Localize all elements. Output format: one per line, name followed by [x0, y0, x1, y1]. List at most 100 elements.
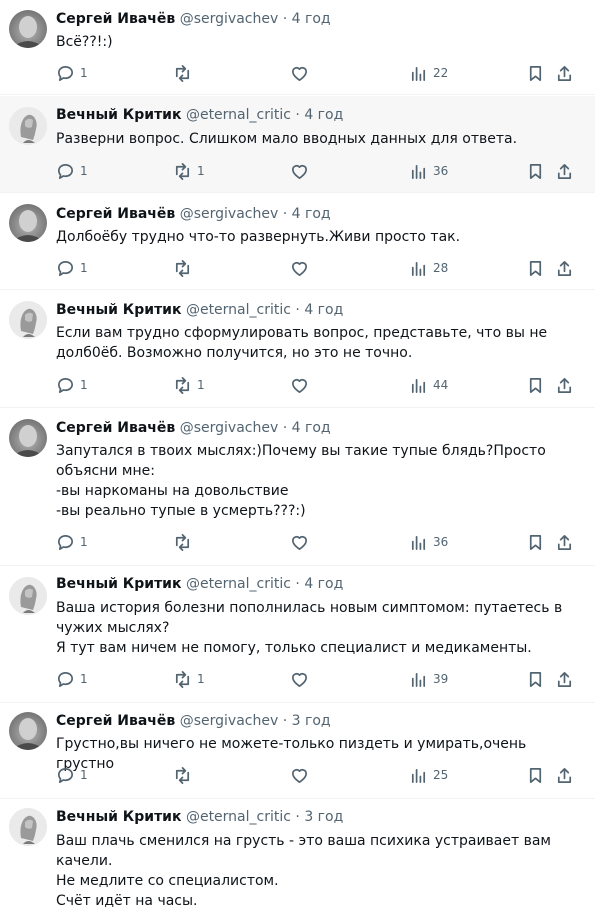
avatar[interactable] [9, 577, 47, 615]
avatar[interactable] [9, 419, 47, 457]
tweet-header: Вечный Критик @eternal_critic · 4 год [56, 302, 343, 318]
timestamp[interactable]: 3 год [304, 809, 343, 825]
reply-button[interactable]: 1 [56, 532, 88, 552]
tweet[interactable]: Вечный Критик @eternal_critic · 4 год Ра… [0, 96, 595, 193]
like-button[interactable] [290, 63, 309, 83]
retweet-icon [175, 533, 190, 551]
reply-button[interactable]: 1 [56, 258, 88, 278]
share-button[interactable] [555, 375, 574, 395]
reply-button[interactable]: 1 [56, 669, 88, 689]
author-name[interactable]: Сергей Ивачёв [56, 713, 175, 729]
share-button[interactable] [555, 258, 574, 278]
reply-icon [57, 65, 74, 81]
author-name[interactable]: Вечный Критик [56, 809, 182, 825]
author-name[interactable]: Вечный Критик [56, 107, 182, 123]
view-count: 36 [433, 164, 449, 178]
share-button[interactable] [555, 63, 574, 83]
share-button[interactable] [555, 532, 574, 552]
tweet[interactable]: Вечный Критик @eternal_critic · 4 год Ва… [0, 567, 595, 703]
like-button[interactable] [290, 669, 309, 689]
reply-button[interactable]: 1 [56, 375, 88, 395]
views-button[interactable]: 44 [409, 375, 448, 395]
tweet-header: Вечный Критик @eternal_critic · 3 год [56, 809, 343, 825]
author-handle[interactable]: @eternal_critic [186, 107, 291, 123]
heart-icon [291, 768, 308, 783]
bookmark-button[interactable] [526, 63, 545, 83]
retweet-icon [175, 259, 190, 277]
author-handle[interactable]: @sergivachev [180, 11, 279, 27]
timestamp[interactable]: 3 год [292, 713, 331, 729]
author-handle[interactable]: @sergivachev [180, 206, 279, 222]
author-handle[interactable]: @eternal_critic [186, 576, 291, 592]
retweet-button[interactable] [173, 258, 197, 278]
retweet-button[interactable]: 1 [173, 669, 205, 689]
views-button[interactable]: 22 [409, 63, 448, 83]
author-handle[interactable]: @eternal_critic [186, 302, 291, 318]
bookmark-button[interactable] [526, 258, 545, 278]
tweet[interactable]: Сергей Ивачёв @sergivachev · 4 год Запут… [0, 409, 595, 566]
bar-chart-icon [411, 535, 426, 550]
reply-button[interactable]: 1 [56, 765, 88, 785]
timestamp[interactable]: 4 год [304, 107, 343, 123]
avatar[interactable] [9, 808, 47, 846]
share-button[interactable] [555, 765, 574, 785]
share-icon [557, 260, 572, 276]
author-handle[interactable]: @sergivachev [180, 420, 279, 436]
views-button[interactable]: 36 [409, 161, 448, 181]
author-name[interactable]: Вечный Критик [56, 576, 182, 592]
retweet-button[interactable] [173, 765, 197, 785]
reply-button[interactable]: 1 [56, 161, 88, 181]
separator: · [295, 107, 300, 123]
author-handle[interactable]: @sergivachev [180, 713, 279, 729]
timestamp[interactable]: 4 год [292, 420, 331, 436]
bookmark-button[interactable] [526, 765, 545, 785]
retweet-icon [175, 766, 190, 784]
retweet-button[interactable]: 1 [173, 161, 205, 181]
views-button[interactable]: 39 [409, 669, 448, 689]
bar-chart-icon [411, 66, 426, 81]
bookmark-button[interactable] [526, 669, 545, 689]
timestamp[interactable]: 4 год [304, 576, 343, 592]
author-name[interactable]: Сергей Ивачёв [56, 206, 175, 222]
author-name[interactable]: Сергей Ивачёв [56, 11, 175, 27]
timestamp[interactable]: 4 год [292, 11, 331, 27]
author-name[interactable]: Сергей Ивачёв [56, 420, 175, 436]
share-button[interactable] [555, 161, 574, 181]
share-icon [557, 534, 572, 550]
avatar[interactable] [9, 107, 47, 145]
timestamp[interactable]: 4 год [304, 302, 343, 318]
like-button[interactable] [290, 375, 309, 395]
bookmark-button[interactable] [526, 161, 545, 181]
tweet[interactable]: Вечный Критик @eternal_critic · 3 год Ва… [0, 800, 595, 909]
tweet[interactable]: Сергей Ивачёв @sergivachev · 4 год Всё??… [0, 0, 595, 95]
views-button[interactable]: 36 [409, 532, 448, 552]
retweet-button[interactable]: 1 [173, 375, 205, 395]
views-button[interactable]: 25 [409, 765, 448, 785]
bookmark-icon [529, 767, 542, 783]
like-button[interactable] [290, 532, 309, 552]
reply-count: 1 [80, 66, 88, 80]
avatar[interactable] [9, 204, 47, 242]
tweet-text: Разверни вопрос. Слишком мало вводных да… [56, 131, 518, 147]
bookmark-button[interactable] [526, 532, 545, 552]
tweet-text: Ваша история болезни пополнилась новым с… [56, 600, 563, 656]
author-name[interactable]: Вечный Критик [56, 302, 182, 318]
like-button[interactable] [290, 765, 309, 785]
share-button[interactable] [555, 669, 574, 689]
tweet[interactable]: Сергей Ивачёв @sergivachev · 3 год Груст… [0, 704, 595, 799]
tweet[interactable]: Сергей Ивачёв @sergivachev · 4 год Долбо… [0, 194, 595, 290]
avatar[interactable] [9, 712, 47, 750]
tweet[interactable]: Вечный Критик @eternal_critic · 4 год Ес… [0, 291, 595, 408]
retweet-button[interactable] [173, 63, 197, 83]
retweet-button[interactable] [173, 532, 197, 552]
avatar[interactable] [9, 301, 47, 339]
avatar[interactable] [9, 10, 47, 48]
author-handle[interactable]: @eternal_critic [186, 809, 291, 825]
views-button[interactable]: 28 [409, 258, 448, 278]
like-button[interactable] [290, 258, 309, 278]
timestamp[interactable]: 4 год [292, 206, 331, 222]
like-button[interactable] [290, 161, 309, 181]
retweet-count: 1 [197, 164, 205, 178]
reply-button[interactable]: 1 [56, 63, 88, 83]
bookmark-button[interactable] [526, 375, 545, 395]
